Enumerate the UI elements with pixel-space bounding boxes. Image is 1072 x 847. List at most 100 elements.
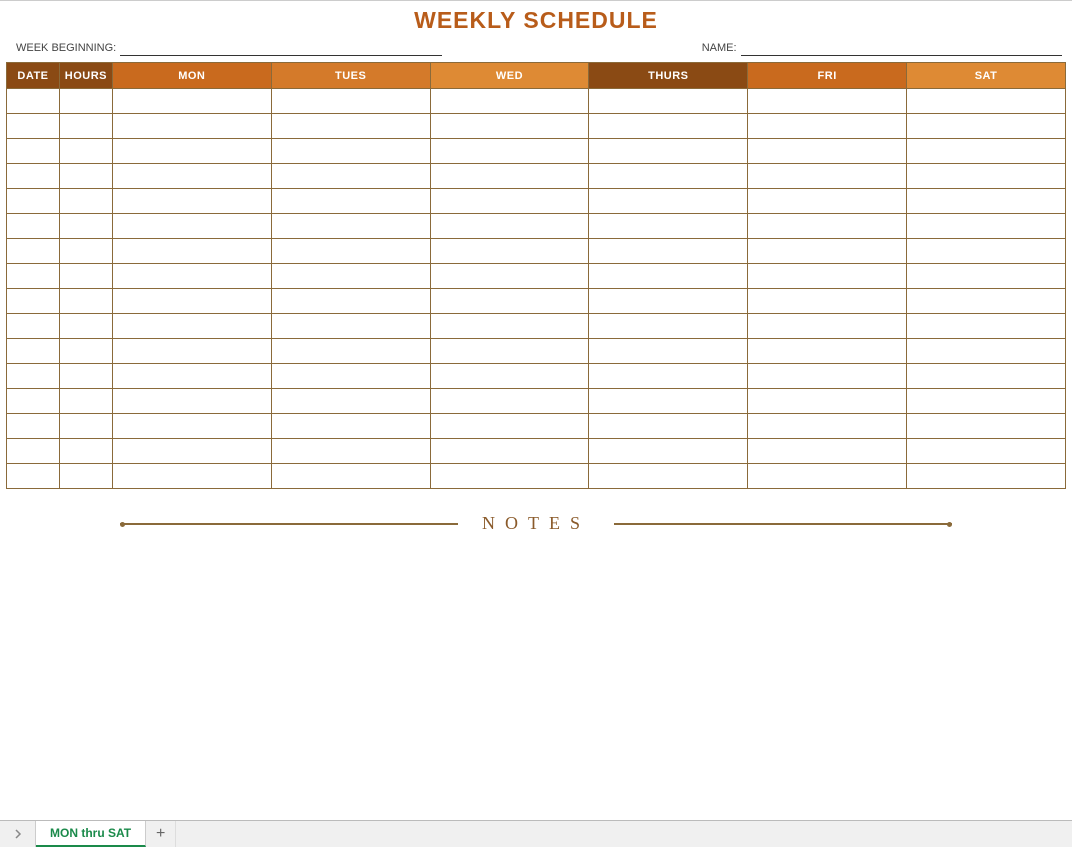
cell-sat[interactable] <box>907 214 1066 239</box>
cell-wed[interactable] <box>430 139 589 164</box>
cell-tues[interactable] <box>271 414 430 439</box>
cell-hours[interactable] <box>59 314 112 339</box>
cell-mon[interactable] <box>112 464 271 489</box>
cell-wed[interactable] <box>430 439 589 464</box>
cell-fri[interactable] <box>748 339 907 364</box>
cell-fri[interactable] <box>748 414 907 439</box>
cell-date[interactable] <box>7 139 60 164</box>
cell-date[interactable] <box>7 389 60 414</box>
cell-sat[interactable] <box>907 189 1066 214</box>
cell-sat[interactable] <box>907 114 1066 139</box>
cell-date[interactable] <box>7 414 60 439</box>
cell-fri[interactable] <box>748 264 907 289</box>
cell-wed[interactable] <box>430 339 589 364</box>
cell-wed[interactable] <box>430 189 589 214</box>
cell-thurs[interactable] <box>589 114 748 139</box>
cell-mon[interactable] <box>112 439 271 464</box>
cell-date[interactable] <box>7 214 60 239</box>
cell-thurs[interactable] <box>589 339 748 364</box>
cell-sat[interactable] <box>907 289 1066 314</box>
cell-tues[interactable] <box>271 139 430 164</box>
cell-hours[interactable] <box>59 289 112 314</box>
cell-hours[interactable] <box>59 214 112 239</box>
cell-thurs[interactable] <box>589 464 748 489</box>
cell-hours[interactable] <box>59 189 112 214</box>
cell-hours[interactable] <box>59 139 112 164</box>
cell-fri[interactable] <box>748 389 907 414</box>
cell-sat[interactable] <box>907 364 1066 389</box>
cell-wed[interactable] <box>430 314 589 339</box>
cell-fri[interactable] <box>748 239 907 264</box>
cell-date[interactable] <box>7 89 60 114</box>
add-sheet-button[interactable]: + <box>146 821 176 847</box>
cell-fri[interactable] <box>748 139 907 164</box>
cell-hours[interactable] <box>59 364 112 389</box>
cell-mon[interactable] <box>112 364 271 389</box>
cell-fri[interactable] <box>748 464 907 489</box>
cell-mon[interactable] <box>112 289 271 314</box>
cell-mon[interactable] <box>112 414 271 439</box>
col-thurs[interactable]: THURS <box>589 63 748 89</box>
cell-date[interactable] <box>7 239 60 264</box>
cell-hours[interactable] <box>59 264 112 289</box>
cell-tues[interactable] <box>271 264 430 289</box>
cell-tues[interactable] <box>271 164 430 189</box>
cell-thurs[interactable] <box>589 289 748 314</box>
cell-thurs[interactable] <box>589 89 748 114</box>
cell-tues[interactable] <box>271 314 430 339</box>
cell-tues[interactable] <box>271 189 430 214</box>
cell-tues[interactable] <box>271 439 430 464</box>
cell-fri[interactable] <box>748 314 907 339</box>
cell-sat[interactable] <box>907 414 1066 439</box>
cell-mon[interactable] <box>112 389 271 414</box>
cell-fri[interactable] <box>748 364 907 389</box>
cell-hours[interactable] <box>59 239 112 264</box>
cell-mon[interactable] <box>112 114 271 139</box>
cell-date[interactable] <box>7 464 60 489</box>
cell-fri[interactable] <box>748 89 907 114</box>
col-date[interactable]: DATE <box>7 63 60 89</box>
cell-sat[interactable] <box>907 264 1066 289</box>
col-hours[interactable]: HOURS <box>59 63 112 89</box>
cell-sat[interactable] <box>907 139 1066 164</box>
cell-sat[interactable] <box>907 239 1066 264</box>
cell-date[interactable] <box>7 114 60 139</box>
cell-fri[interactable] <box>748 289 907 314</box>
cell-fri[interactable] <box>748 164 907 189</box>
sheet-tab-active[interactable]: MON thru SAT <box>36 821 146 847</box>
cell-tues[interactable] <box>271 114 430 139</box>
cell-hours[interactable] <box>59 439 112 464</box>
cell-thurs[interactable] <box>589 214 748 239</box>
cell-tues[interactable] <box>271 289 430 314</box>
cell-hours[interactable] <box>59 414 112 439</box>
cell-date[interactable] <box>7 339 60 364</box>
cell-fri[interactable] <box>748 114 907 139</box>
cell-wed[interactable] <box>430 289 589 314</box>
cell-hours[interactable] <box>59 164 112 189</box>
cell-mon[interactable] <box>112 214 271 239</box>
col-mon[interactable]: MON <box>112 63 271 89</box>
cell-sat[interactable] <box>907 439 1066 464</box>
cell-mon[interactable] <box>112 164 271 189</box>
cell-wed[interactable] <box>430 464 589 489</box>
cell-hours[interactable] <box>59 464 112 489</box>
cell-mon[interactable] <box>112 89 271 114</box>
cell-thurs[interactable] <box>589 314 748 339</box>
cell-hours[interactable] <box>59 339 112 364</box>
cell-thurs[interactable] <box>589 439 748 464</box>
cell-wed[interactable] <box>430 164 589 189</box>
cell-wed[interactable] <box>430 414 589 439</box>
cell-date[interactable] <box>7 289 60 314</box>
cell-fri[interactable] <box>748 439 907 464</box>
cell-date[interactable] <box>7 164 60 189</box>
cell-wed[interactable] <box>430 214 589 239</box>
cell-thurs[interactable] <box>589 139 748 164</box>
cell-hours[interactable] <box>59 114 112 139</box>
col-fri[interactable]: FRI <box>748 63 907 89</box>
cell-tues[interactable] <box>271 239 430 264</box>
col-wed[interactable]: WED <box>430 63 589 89</box>
name-input[interactable] <box>741 40 1062 56</box>
cell-wed[interactable] <box>430 239 589 264</box>
cell-thurs[interactable] <box>589 364 748 389</box>
cell-wed[interactable] <box>430 264 589 289</box>
